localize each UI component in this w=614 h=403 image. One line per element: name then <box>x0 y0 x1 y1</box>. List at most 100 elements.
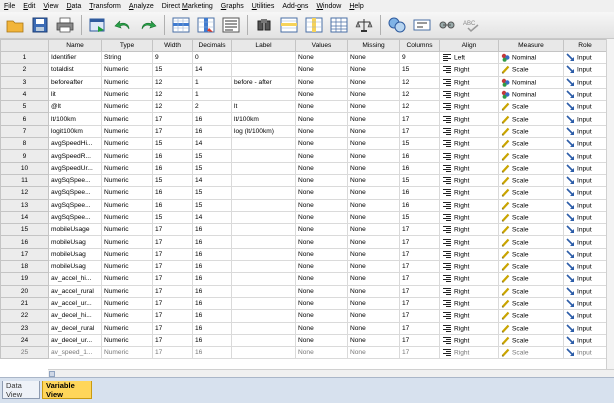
cell-role[interactable]: Input <box>563 296 607 311</box>
cell-role[interactable]: Input <box>563 112 607 126</box>
cell-width[interactable]: 16 <box>152 186 193 200</box>
cell-columns[interactable]: 12 <box>399 87 440 102</box>
column-header-type[interactable]: Type <box>101 39 153 52</box>
cell-name[interactable]: avgSqSpee... <box>48 210 102 225</box>
cell-width[interactable]: 17 <box>152 296 193 311</box>
cell-values[interactable]: None <box>295 260 348 274</box>
cell-decimals[interactable]: 16 <box>192 333 232 348</box>
cell-role[interactable]: Input <box>563 210 607 225</box>
cell-measure[interactable]: Scale <box>498 124 564 139</box>
table-row[interactable]: 15 mobileUsage Numeric 17 16 None None 17 Right S… <box>0 223 607 237</box>
cell-align[interactable]: Right <box>439 247 499 262</box>
cell-row-number[interactable]: 5 <box>0 100 49 114</box>
cell-type[interactable]: Numeric <box>101 186 153 200</box>
cell-columns[interactable]: 17 <box>399 346 440 360</box>
cell-type[interactable]: Numeric <box>101 247 153 262</box>
cell-width[interactable]: 17 <box>152 124 193 139</box>
cell-label[interactable] <box>231 210 296 225</box>
cell-name[interactable]: mobileUsage <box>48 223 102 237</box>
cell-role[interactable]: Input <box>563 309 607 323</box>
cell-label[interactable] <box>231 284 296 298</box>
cell-measure[interactable]: Nominal <box>498 87 564 102</box>
cell-row-number[interactable]: 20 <box>0 284 49 298</box>
cell-values[interactable]: None <box>295 296 348 311</box>
menu-item-dit[interactable]: Edit <box>21 3 41 10</box>
cell-width[interactable]: 17 <box>152 309 193 323</box>
cell-type[interactable]: Numeric <box>101 321 153 335</box>
column-header-missing[interactable]: Missing <box>347 39 400 52</box>
cell-columns[interactable]: 17 <box>399 260 440 274</box>
cell-measure[interactable]: Scale <box>498 137 564 151</box>
cell-name[interactable]: lt/100km <box>48 112 102 126</box>
table-row[interactable]: 8 avgSpeedHi... Numeric 15 14 None None 15 Right… <box>0 137 607 151</box>
column-header-measure[interactable]: Measure <box>498 39 564 52</box>
cell-missing[interactable]: None <box>347 333 400 348</box>
cell-width[interactable]: 12 <box>152 75 193 89</box>
cell-missing[interactable]: None <box>347 272 400 286</box>
column-header-align[interactable]: Align <box>439 39 499 52</box>
cell-type[interactable]: Numeric <box>101 173 153 188</box>
cell-columns[interactable]: 9 <box>399 50 440 65</box>
cell-measure[interactable]: Scale <box>498 309 564 323</box>
cell-measure[interactable]: Scale <box>498 223 564 237</box>
cell-width[interactable]: 12 <box>152 87 193 102</box>
cell-missing[interactable]: None <box>347 198 400 212</box>
cell-columns[interactable]: 17 <box>399 272 440 286</box>
cell-decimals[interactable]: 15 <box>192 198 232 212</box>
cell-label[interactable] <box>231 50 296 65</box>
cell-row-number[interactable]: 8 <box>0 137 49 151</box>
cell-width[interactable]: 15 <box>152 63 193 77</box>
cell-missing[interactable]: None <box>347 235 400 249</box>
table-row[interactable]: 13 avgSqSpee... Numeric 16 15 None None 16 Right… <box>0 198 607 212</box>
cell-width[interactable]: 17 <box>152 272 193 286</box>
cell-label[interactable] <box>231 260 296 274</box>
menu-item-elp[interactable]: Help <box>347 3 369 10</box>
cell-width[interactable]: 17 <box>152 223 193 237</box>
cell-align[interactable]: Right <box>439 309 499 323</box>
table-row[interactable]: 12 avgSqSpee... Numeric 16 15 None None 16 Right… <box>0 186 607 200</box>
cell-columns[interactable]: 15 <box>399 173 440 188</box>
cell-type[interactable]: Numeric <box>101 63 153 77</box>
cell-label[interactable] <box>231 87 296 102</box>
menu-item-directarketing[interactable]: Direct Marketing <box>160 3 219 10</box>
cell-columns[interactable]: 16 <box>399 198 440 212</box>
cell-label[interactable] <box>231 63 296 77</box>
cell-type[interactable]: Numeric <box>101 223 153 237</box>
table-row[interactable]: 24 av_decel_ur... Numeric 17 16 None None 17 Rig… <box>0 333 607 348</box>
cell-role[interactable]: Input <box>563 173 607 188</box>
cell-label[interactable] <box>231 137 296 151</box>
cell-columns[interactable]: 17 <box>399 223 440 237</box>
cell-align[interactable]: Right <box>439 124 499 139</box>
cell-role[interactable]: Input <box>563 321 607 335</box>
cell-label[interactable] <box>231 223 296 237</box>
cell-align[interactable]: Left <box>439 50 499 65</box>
cell-columns[interactable]: 17 <box>399 309 440 323</box>
cell-width[interactable]: 17 <box>152 346 193 360</box>
cell-measure[interactable]: Nominal <box>498 75 564 89</box>
cell-decimals[interactable]: 0 <box>192 50 232 65</box>
table-row[interactable]: 20 av_accel_rural Numeric 17 16 None None 17 Rig… <box>0 284 607 298</box>
cell-name[interactable]: av_speed_1... <box>48 346 102 360</box>
cell-decimals[interactable]: 16 <box>192 223 232 237</box>
cell-measure[interactable]: Scale <box>498 247 564 262</box>
cell-align[interactable]: Right <box>439 284 499 298</box>
cell-type[interactable]: Numeric <box>101 137 153 151</box>
redo-button[interactable] <box>137 14 159 36</box>
cell-label[interactable]: log (lt/100km) <box>231 124 296 139</box>
cell-role[interactable]: Input <box>563 161 607 175</box>
cell-decimals[interactable]: 15 <box>192 149 232 163</box>
cell-align[interactable]: Right <box>439 186 499 200</box>
cell-values[interactable]: None <box>295 100 348 114</box>
cell-label[interactable] <box>231 235 296 249</box>
cell-columns[interactable]: 16 <box>399 186 440 200</box>
cell-width[interactable]: 17 <box>152 333 193 348</box>
column-header-columns[interactable]: Columns <box>399 39 440 52</box>
cell-align[interactable]: Right <box>439 210 499 225</box>
table-row[interactable]: 6 lt/100km Numeric 17 16 lt/100km None None 17 Ri… <box>0 112 607 126</box>
cell-values[interactable]: None <box>295 309 348 323</box>
cell-row-number[interactable]: 2 <box>0 63 49 77</box>
cell-label[interactable]: lt/100km <box>231 112 296 126</box>
cell-role[interactable]: Input <box>563 75 607 89</box>
cell-width[interactable]: 17 <box>152 112 193 126</box>
menu-item-raphs[interactable]: Graphs <box>219 3 250 10</box>
